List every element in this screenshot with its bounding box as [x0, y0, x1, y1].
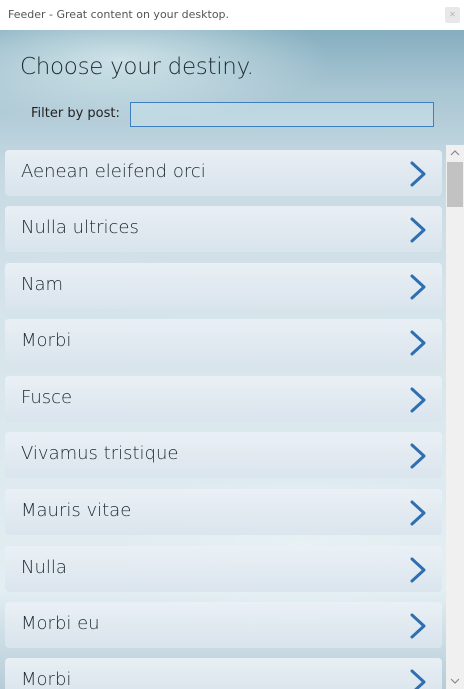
list-item[interactable]: Morbi eu	[5, 602, 442, 648]
list-item-label: Morbi	[21, 330, 72, 351]
chevron-right-icon	[410, 500, 426, 526]
list-item[interactable]: Morbi	[5, 658, 442, 689]
chevron-right-icon	[410, 161, 426, 187]
chevron-right-icon	[410, 217, 426, 243]
list-item-label: Morbi eu	[21, 613, 100, 634]
vertical-scrollbar[interactable]	[446, 145, 464, 689]
chevron-right-icon	[410, 330, 426, 356]
list-item-label: Mauris vitae	[21, 500, 132, 521]
list-item[interactable]: Mauris vitae	[5, 489, 442, 535]
chevron-right-icon	[410, 387, 426, 413]
list-item-label: Vivamus tristique	[21, 443, 179, 464]
chevron-right-icon	[410, 613, 426, 639]
page-title: Choose your destiny.	[20, 54, 254, 80]
scrollbar-thumb[interactable]	[447, 162, 463, 207]
close-button[interactable]: ✕	[445, 7, 460, 23]
scroll-up-arrow-icon[interactable]	[446, 145, 464, 161]
list-item[interactable]: Aenean eleifend orci	[5, 150, 442, 196]
window-title: Feeder - Great content on your desktop.	[8, 8, 230, 21]
list-item[interactable]: Nam	[5, 263, 442, 309]
list-item[interactable]: Vivamus tristique	[5, 432, 442, 478]
chevron-right-icon	[410, 557, 426, 583]
list-item-label: Nulla	[21, 557, 67, 578]
list-item[interactable]: Morbi	[5, 319, 442, 365]
list-item-label: Morbi	[21, 669, 72, 689]
list-item[interactable]: Nulla ultrices	[5, 206, 442, 252]
list-item-label: Aenean eleifend orci	[21, 161, 206, 182]
app-window: Feeder - Great content on your desktop. …	[0, 0, 464, 689]
main-content: Choose your destiny. Filter by post: Aen…	[0, 30, 464, 689]
list-item[interactable]: Fusce	[5, 376, 442, 422]
list-item-label: Nulla ultrices	[21, 217, 139, 238]
list-item-label: Nam	[21, 274, 64, 295]
chevron-right-icon	[410, 443, 426, 469]
close-icon: ✕	[449, 10, 456, 19]
filter-label: Filter by post:	[31, 106, 120, 121]
filter-input[interactable]	[130, 102, 434, 127]
list-item[interactable]: Nulla	[5, 546, 442, 592]
title-bar[interactable]: Feeder - Great content on your desktop. …	[0, 0, 464, 30]
chevron-right-icon	[410, 669, 426, 689]
scroll-down-arrow-icon[interactable]	[446, 673, 464, 689]
list-item-label: Fusce	[21, 387, 73, 408]
chevron-right-icon	[410, 274, 426, 300]
